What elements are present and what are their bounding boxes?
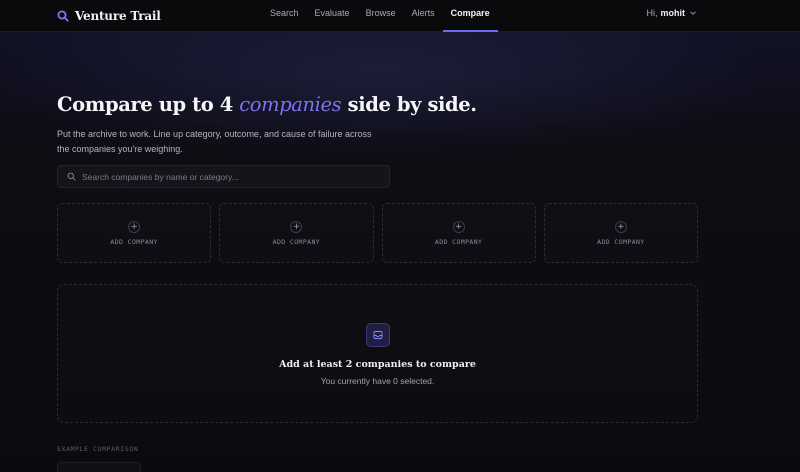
add-company-slot-2[interactable]: + ADD COMPANY <box>219 203 374 263</box>
compare-page: Venture Trail Search Evaluate Browse Ale… <box>0 0 800 472</box>
chevron-down-icon <box>690 11 696 15</box>
empty-state-subtitle: You currently have 0 selected. <box>320 376 435 386</box>
company-slots: + ADD COMPANY + ADD COMPANY + ADD COMPAN… <box>57 203 698 263</box>
nav-link-browse[interactable]: Browse <box>358 0 404 32</box>
user-name: mohit <box>660 8 686 18</box>
plus-icon: + <box>290 220 303 233</box>
slot-label: ADD COMPANY <box>434 237 483 246</box>
user-menu[interactable]: Hi, mohit <box>647 0 698 26</box>
page-title-start: Compare up to 4 <box>57 93 240 116</box>
example-comparison-card[interactable] <box>57 462 141 472</box>
page-title-accent: companies <box>239 93 342 116</box>
search-icon <box>67 172 76 181</box>
user-greeting: Hi, <box>646 8 658 18</box>
add-company-slot-3[interactable]: + ADD COMPANY <box>381 203 536 263</box>
nav-link-search[interactable]: Search <box>262 0 307 32</box>
nav-link-evaluate[interactable]: Evaluate <box>307 0 358 32</box>
main-nav: Search Evaluate Browse Alerts Compare <box>262 0 498 32</box>
add-company-slot-1[interactable]: + ADD COMPANY <box>57 203 212 263</box>
top-navbar: Venture Trail Search Evaluate Browse Ale… <box>0 0 800 32</box>
company-search[interactable] <box>57 165 390 188</box>
page-subtitle: Put the archive to work. Line up categor… <box>57 129 372 154</box>
brand[interactable]: Venture Trail <box>57 6 161 26</box>
search-input[interactable] <box>82 171 372 182</box>
add-company-slot-4[interactable]: + ADD COMPANY <box>543 203 698 263</box>
plus-icon: + <box>614 220 627 233</box>
page-title-end: side by side. <box>341 93 477 116</box>
brand-name: Venture Trail <box>75 9 161 23</box>
plus-icon: + <box>128 220 141 233</box>
empty-state-title: Add at least 2 companies to compare <box>279 359 476 370</box>
plus-icon: + <box>452 220 465 233</box>
example-comparison-label: EXAMPLE COMPARISON <box>57 445 139 453</box>
slot-label: ADD COMPANY <box>110 237 158 246</box>
page-title: Compare up to 4 companies side by side. <box>57 93 477 116</box>
magnifier-logo-icon <box>57 10 69 22</box>
nav-link-compare[interactable]: Compare <box>442 0 498 32</box>
slot-label: ADD COMPANY <box>597 237 645 246</box>
inbox-icon <box>366 323 390 347</box>
slot-label: ADD COMPANY <box>272 237 321 246</box>
empty-state-panel: Add at least 2 companies to compare You … <box>57 284 698 423</box>
nav-link-alerts[interactable]: Alerts <box>404 0 443 32</box>
